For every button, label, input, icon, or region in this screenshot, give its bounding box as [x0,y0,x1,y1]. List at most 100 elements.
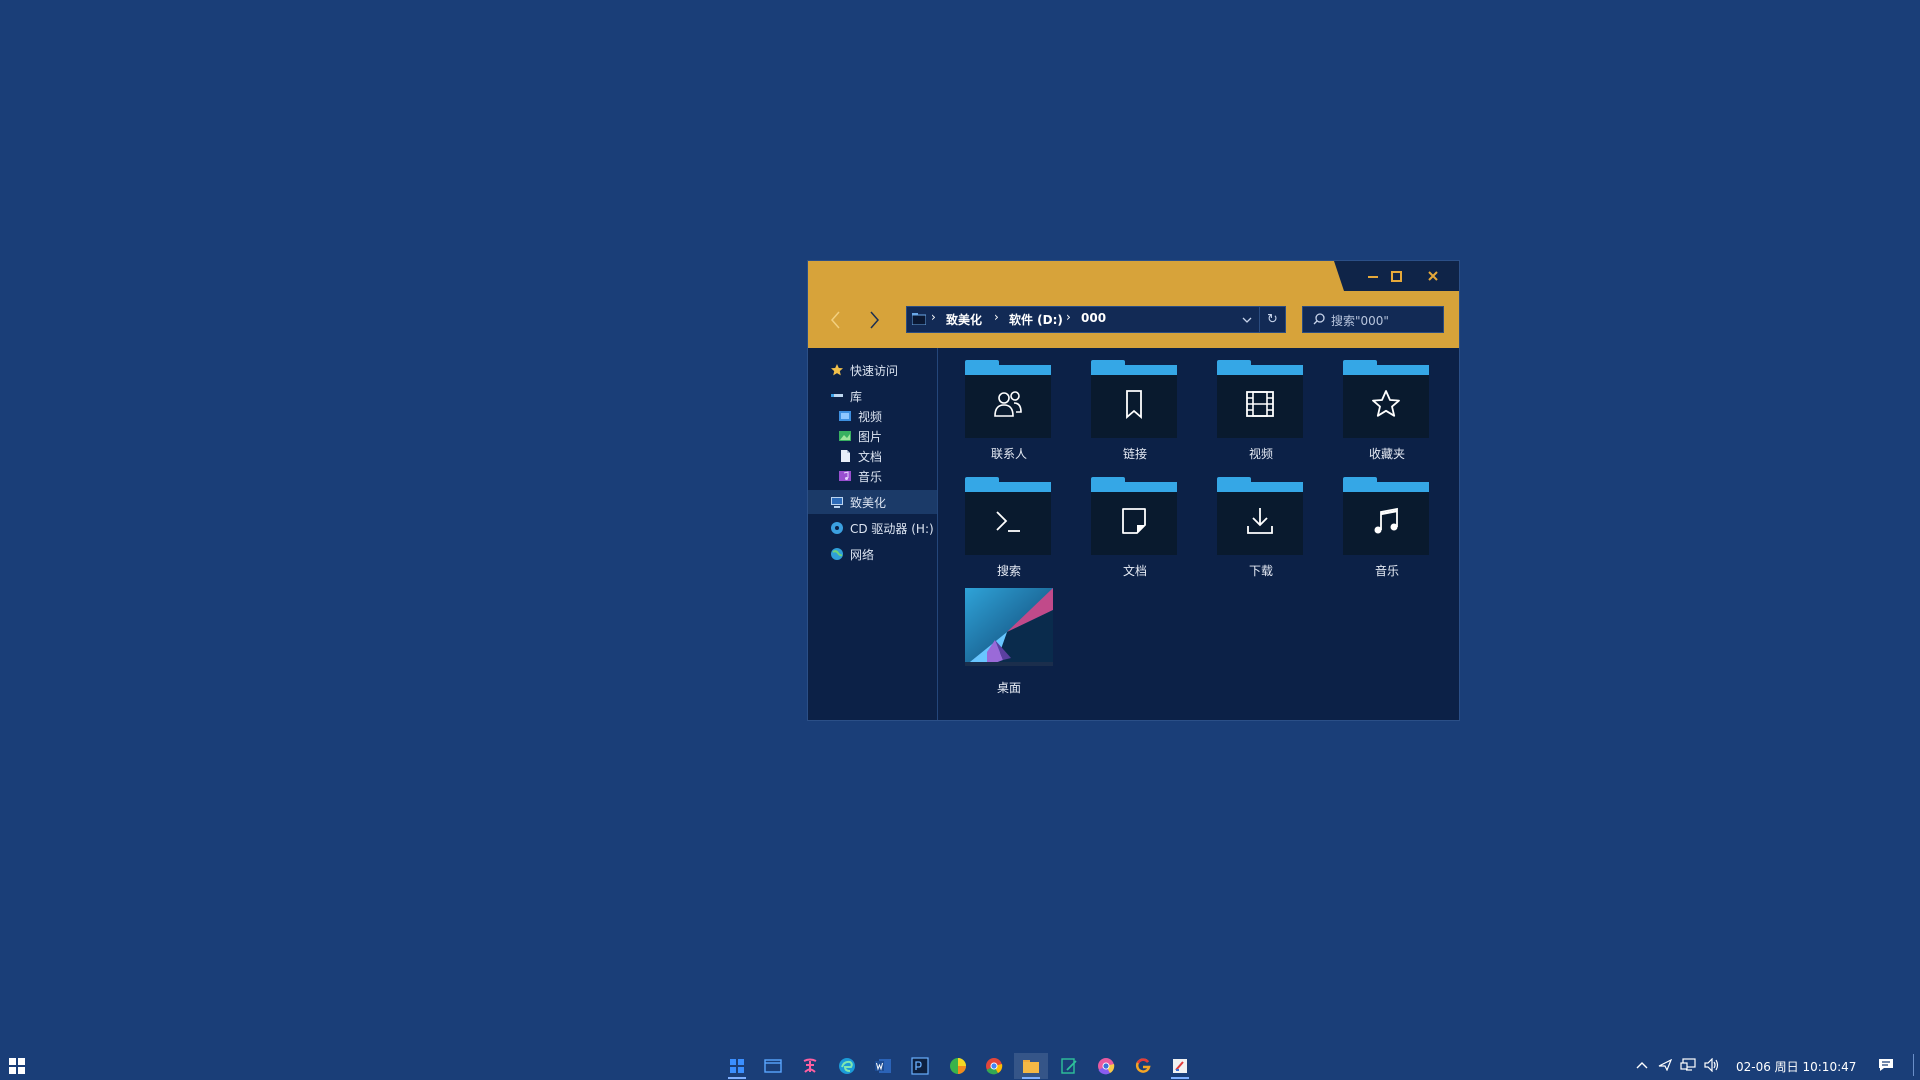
pictures-icon [839,431,851,441]
back-button[interactable] [820,305,850,335]
music-icon [1374,507,1398,534]
nav-label: 致美化 [850,495,887,510]
music-library-icon [839,471,851,481]
breadcrumb-separator: › [994,310,999,324]
chevron-left-icon [831,311,840,329]
item-label: 联系人 [990,447,1027,461]
minimize-icon [1368,276,1378,278]
windows-logo-icon [9,1058,25,1074]
taskbar-chrome[interactable] [977,1053,1011,1079]
folder-item-videos[interactable]: 视频 [1211,354,1303,464]
xiuxiu-icon [803,1058,817,1073]
network-icon [1680,1058,1696,1071]
search-icon [1313,313,1325,325]
close-button[interactable] [1414,261,1452,291]
nav-cd-drive[interactable]: CD 驱动器 (H:) [830,516,934,540]
clock[interactable]: 02-06 周日 10:10:47 [1736,1058,1856,1075]
breadcrumb-item[interactable]: 000 [1081,311,1106,325]
address-dropdown-button[interactable] [1237,307,1257,332]
breadcrumb-item[interactable]: 软件 (D:) [1009,311,1063,328]
nav-music[interactable]: 音乐 [838,464,882,488]
cd-drive-icon [831,522,843,534]
film-icon [1246,391,1274,417]
nav-label: 音乐 [858,469,883,484]
breadcrumb-item[interactable]: 致美化 [946,311,982,328]
action-center-button[interactable] [1877,1056,1895,1074]
taskbar-chrome-canary[interactable] [1089,1053,1123,1079]
forward-button[interactable] [860,305,890,335]
computer-icon [831,497,843,508]
start-button[interactable] [0,1053,34,1079]
nav-label: 快速访问 [850,363,899,378]
bookmark-icon [1126,390,1142,419]
chevron-right-icon [870,311,879,329]
explorer-window: › 致美化 › 软件 (D:) › 000 ↻ 快速访问 [807,260,1460,721]
star-icon [1372,390,1400,417]
maximize-button[interactable] [1380,261,1412,291]
folder-item-downloads[interactable]: 下载 [1211,471,1303,581]
refresh-icon: ↻ [1267,312,1278,327]
chrome-canary-icon [1098,1058,1115,1075]
folder-item-links[interactable]: 链接 [1085,354,1177,464]
taskbar-photoshop[interactable] [903,1053,937,1079]
nav-label: 网络 [850,547,875,562]
chevron-up-icon [1636,1062,1648,1069]
notification-icon [1879,1059,1893,1071]
taskbar-word[interactable] [866,1053,900,1079]
photoshop-icon [911,1057,929,1075]
document-icon [1122,508,1146,534]
taskbar-grammarly[interactable] [1126,1053,1160,1079]
breadcrumb-separator: › [1066,310,1071,324]
nav-label: CD 驱动器 (H:) [850,521,934,536]
tray-overflow-button[interactable] [1633,1056,1651,1074]
folder-item-contacts[interactable]: 联系人 [959,354,1051,464]
nav-this-pc[interactable]: 致美化 [808,490,937,514]
tray-send[interactable] [1656,1056,1674,1074]
contacts-icon [994,391,1022,417]
nav-label: 文档 [858,449,883,464]
tray-volume[interactable] [1703,1056,1721,1074]
library-icon [831,394,843,397]
terminal-icon [996,511,1020,532]
navigation-pane: 快速访问 库 视频 图片 文档 音乐 致美化 CD 驱动器 (H:) 网络 [808,348,938,720]
nav-label: 图片 [858,429,883,444]
item-label: 音乐 [1374,564,1399,578]
folder-icon [912,313,926,325]
nav-label: 库 [850,389,863,404]
item-label: 收藏夹 [1368,447,1405,461]
tray-network[interactable] [1679,1056,1697,1074]
file-view: 联系人 链接 视频 收藏夹 搜索 文档 下载 音乐 桌面 [939,348,1459,720]
nav-quick-access[interactable]: 快速访问 [830,358,898,382]
folder-item-desktop[interactable]: 桌面 [959,588,1053,698]
search-input[interactable] [1329,307,1443,334]
search-box[interactable] [1302,306,1444,334]
title-bar[interactable]: › 致美化 › 软件 (D:) › 000 ↻ [808,261,1459,348]
taskbar-sketch[interactable] [1163,1053,1197,1079]
folder-item-favorites[interactable]: 收藏夹 [1337,354,1429,464]
refresh-button[interactable]: ↻ [1259,307,1285,332]
taskbar-edge[interactable] [830,1053,864,1079]
folder-item-documents[interactable]: 文档 [1085,471,1177,581]
folder-item-searches[interactable]: 搜索 [959,471,1051,581]
folder-item-music[interactable]: 音乐 [1337,471,1429,581]
volume-icon [1704,1058,1719,1072]
send-icon [1658,1059,1672,1071]
notepad-icon [1061,1058,1077,1074]
address-bar[interactable]: › 致美化 › 软件 (D:) › 000 ↻ [906,306,1286,333]
taskbar-start-icon[interactable] [720,1053,754,1079]
taskbar-notepad[interactable] [1052,1053,1086,1079]
caption-buttons [1334,261,1459,291]
taskbar-explorer[interactable] [1014,1053,1048,1079]
start-icon [730,1059,744,1073]
item-label: 视频 [1248,447,1273,461]
paint-ball-icon [950,1058,966,1074]
item-label: 下载 [1248,564,1273,578]
nav-network[interactable]: 网络 [830,542,874,566]
video-library-icon [839,411,851,421]
taskbar-task-view[interactable] [756,1053,790,1079]
item-label: 桌面 [996,681,1021,695]
taskbar-paint-ball[interactable] [941,1053,975,1079]
show-desktop-divider[interactable] [1913,1054,1914,1076]
chrome-icon [986,1058,1003,1075]
taskbar-xiuxiu[interactable] [793,1053,827,1079]
